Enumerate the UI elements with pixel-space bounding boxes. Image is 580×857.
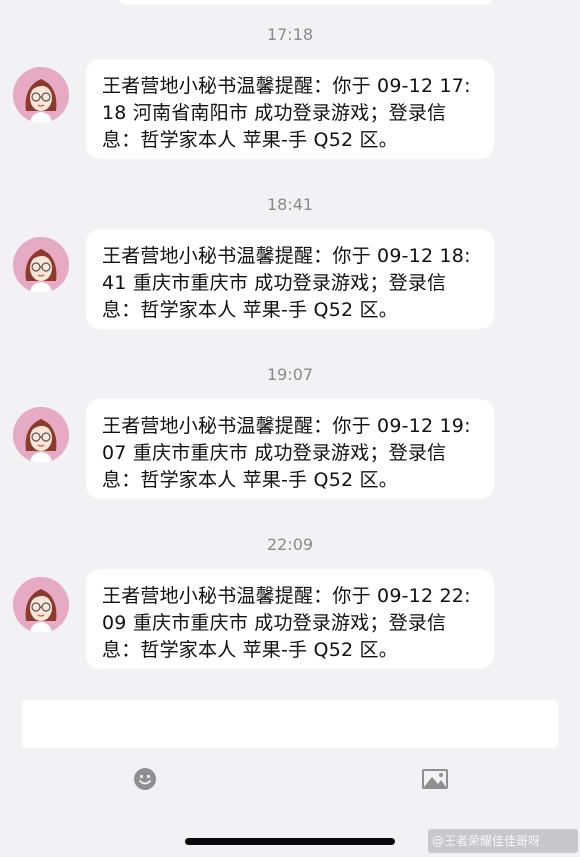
sender-avatar[interactable] [13,407,69,463]
avatar-girl-icon [13,237,69,293]
message-bubble[interactable]: 王者营地小秘书温馨提醒：你于 09-12 22:09 重庆市重庆市 成功登录游戏… [86,569,494,669]
sender-avatar[interactable] [13,237,69,293]
message-input[interactable] [22,700,558,748]
emoji-button[interactable] [133,767,157,791]
message-text: 王者营地小秘书温馨提醒：你于 09-12 19:07 重庆市重庆市 成功登录游戏… [102,415,471,491]
image-icon [422,769,448,789]
avatar-girl-icon [13,67,69,123]
message-text: 王者营地小秘书温馨提醒：你于 09-12 18:41 重庆市重庆市 成功登录游戏… [102,245,471,321]
message-bubble[interactable]: 王者营地小秘书温馨提醒：你于 09-12 18:41 重庆市重庆市 成功登录游戏… [86,229,494,329]
message-timestamp: 18:41 [266,195,314,214]
message-text: 王者营地小秘书温馨提醒：你于 09-12 17:18 河南省南阳市 成功登录游戏… [102,75,471,151]
message-timestamp: 22:09 [266,535,314,554]
message-timestamp: 17:18 [266,25,314,44]
home-indicator[interactable] [185,838,395,845]
avatar-girl-icon [13,407,69,463]
chat-screen: 17:18 王者营地小秘书温馨提醒：你于 09-12 17:18 河南省南阳市 … [0,0,580,857]
message-bubble[interactable]: 王者营地小秘书温馨提醒：你于 09-12 17:18 河南省南阳市 成功登录游戏… [86,59,494,159]
message-timestamp: 19:07 [266,365,314,384]
previous-message-bubble [120,0,492,5]
image-button[interactable] [421,768,449,790]
message-bubble[interactable]: 王者营地小秘书温馨提醒：你于 09-12 19:07 重庆市重庆市 成功登录游戏… [86,399,494,499]
avatar-girl-icon [13,577,69,633]
sender-avatar[interactable] [13,577,69,633]
message-text: 王者营地小秘书温馨提醒：你于 09-12 22:09 重庆市重庆市 成功登录游戏… [102,585,471,661]
watermark: @王者荣耀佳佳哥呀 [428,829,578,853]
sender-avatar[interactable] [13,67,69,123]
emoji-icon [134,768,156,790]
